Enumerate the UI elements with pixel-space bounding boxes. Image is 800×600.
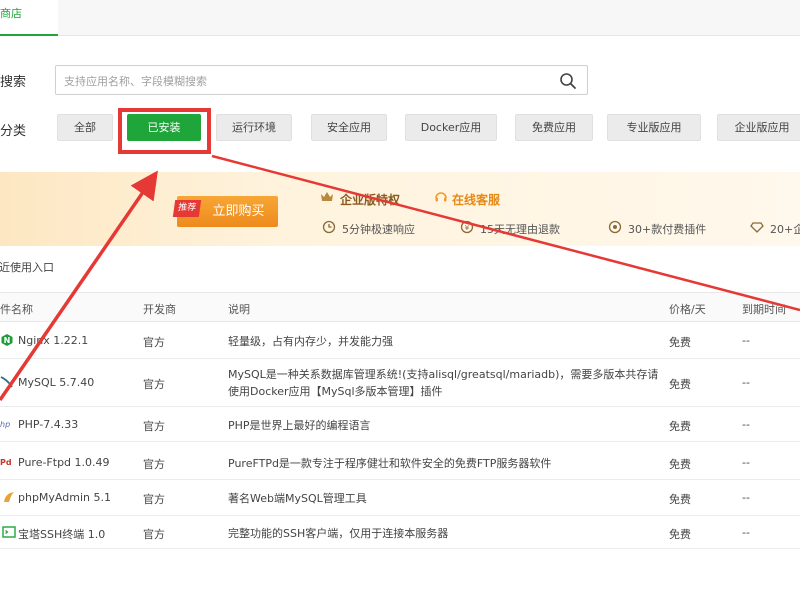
app-description: PureFTPd是一款专注于程序健壮和软件安全的免费FTP服务器软件 — [228, 457, 552, 470]
tab-software-store-label: 软件商店 — [0, 7, 22, 20]
app-expire: -- — [742, 334, 750, 347]
category-runtime-button[interactable]: 运行环境 — [216, 114, 292, 141]
headset-icon — [435, 192, 447, 202]
header-vendor: 开发商 — [143, 303, 176, 316]
category-all-button[interactable]: 全部 — [57, 114, 113, 141]
app-vendor: 官方 — [143, 493, 165, 506]
app-vendor: 官方 — [143, 378, 165, 391]
row-divider — [0, 479, 800, 480]
plugin-icon — [608, 220, 622, 234]
annotation-highlight-box — [118, 108, 211, 154]
tab-software-store[interactable]: 软件商店 — [0, 0, 58, 36]
category-docker-button[interactable]: Docker应用 — [405, 114, 497, 141]
feature-paid-plugins: 30+款付费插件 — [628, 223, 707, 236]
app-name[interactable]: 宝塔SSH终端 1.0 — [18, 526, 105, 542]
nginx-icon: N — [1, 334, 13, 346]
row-divider — [0, 406, 800, 407]
category-enterprise-button[interactable]: 企业版应用 — [717, 114, 800, 141]
app-description: MySQL是一种关系数据库管理系统!(支持alisql/greatsql/mar… — [228, 368, 659, 398]
online-service-link[interactable]: 在线客服 — [452, 191, 500, 208]
app-price: 免费 — [669, 528, 691, 541]
app-vendor: 官方 — [143, 420, 165, 433]
crown-icon — [321, 192, 333, 201]
app-expire: -- — [742, 491, 750, 504]
category-pro-button[interactable]: 专业版应用 — [607, 114, 701, 141]
header-description: 说明 — [228, 303, 250, 316]
header-software-name: 软件名称 — [0, 303, 33, 316]
app-vendor: 官方 — [143, 458, 165, 471]
app-price: 免费 — [669, 420, 691, 433]
header-expire[interactable]: 到期时间 — [742, 301, 786, 317]
diamond-icon — [750, 222, 764, 233]
app-description: PHP是世界上最好的编程语言 — [228, 419, 371, 432]
row-divider — [0, 358, 800, 359]
svg-text:¥: ¥ — [465, 224, 470, 232]
search-box[interactable] — [55, 65, 588, 95]
app-expire: -- — [742, 526, 750, 539]
svg-text:Pd: Pd — [0, 458, 12, 467]
clock-icon — [322, 220, 336, 234]
app-name[interactable]: phpMyAdmin 5.1 — [18, 491, 111, 504]
app-expire: -- — [742, 456, 750, 469]
app-expire: -- — [742, 376, 750, 389]
category-security-button[interactable]: 安全应用 — [311, 114, 387, 141]
search-input[interactable] — [64, 71, 544, 91]
svg-text:hp: hp — [0, 420, 10, 429]
app-expire: -- — [742, 418, 750, 431]
app-name[interactable]: Pure-Ftpd 1.0.49 — [18, 456, 110, 469]
app-price: 免费 — [669, 336, 691, 349]
feature-fast-response: 5分钟极速响应 — [342, 223, 415, 236]
app-description: 完整功能的SSH客户端，仅用于连接本服务器 — [228, 527, 449, 540]
recent-entry-label: 最近使用入口 — [0, 261, 54, 274]
row-divider — [0, 515, 800, 516]
app-name[interactable]: PHP-7.4.33 — [18, 418, 78, 431]
row-divider — [0, 441, 800, 442]
app-name[interactable]: Nginx 1.22.1 — [18, 334, 88, 347]
phpmyadmin-icon — [4, 492, 14, 502]
enterprise-privilege-title: 企业版特权 — [340, 193, 401, 207]
php-icon: hp — [0, 420, 10, 429]
app-vendor: 官方 — [143, 336, 165, 349]
top-tab-strip — [0, 0, 800, 36]
refund-icon: ¥ — [460, 220, 474, 234]
feature-more: 20+企 — [770, 223, 800, 236]
recommend-tag: 推荐 — [172, 200, 202, 217]
header-price: 价格/天 — [669, 303, 706, 316]
search-icon[interactable] — [559, 72, 577, 90]
app-price: 免费 — [669, 458, 691, 471]
app-price: 免费 — [669, 493, 691, 506]
mysql-icon — [0, 376, 13, 388]
ssh-terminal-icon — [2, 526, 16, 538]
feature-refund: 15天无理由退款 — [480, 223, 560, 236]
app-name[interactable]: MySQL 5.7.40 — [18, 376, 94, 389]
category-label: 应用分类 — [0, 124, 27, 139]
app-price: 免费 — [669, 378, 691, 391]
category-free-button[interactable]: 免费应用 — [515, 114, 593, 141]
app-description: 轻量级，占有内存少，并发能力强 — [228, 335, 393, 348]
app-description: 著名Web端MySQL管理工具 — [228, 492, 367, 505]
row-divider — [0, 548, 800, 549]
ftp-icon: Pd — [0, 458, 12, 467]
svg-text:N: N — [4, 336, 11, 345]
app-vendor: 官方 — [143, 528, 165, 541]
search-label: 应用搜索 — [0, 75, 27, 90]
